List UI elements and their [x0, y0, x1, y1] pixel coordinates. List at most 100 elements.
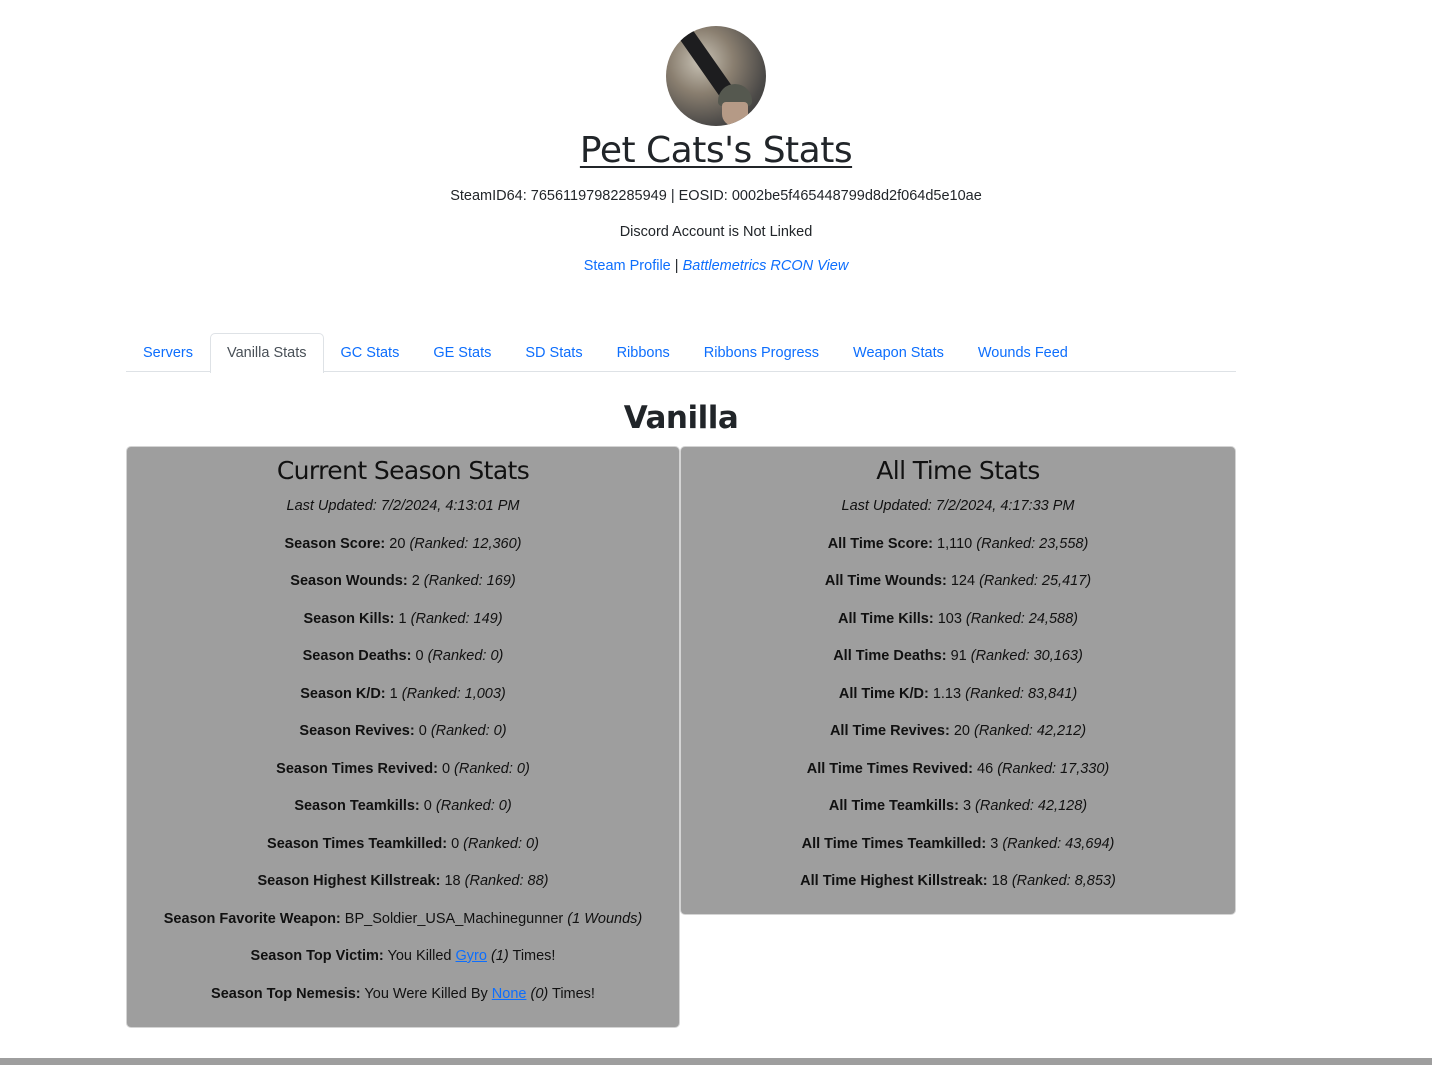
steam-profile-link[interactable]: Steam Profile: [584, 258, 671, 274]
stat-suffix: Times!: [552, 985, 595, 1002]
stat-value: 0: [451, 835, 460, 852]
stat-rank: (Ranked: 17,330): [997, 760, 1110, 777]
stat-row: All Time Teamkills: 3 (Ranked: 42,128): [681, 797, 1235, 815]
player-ids: SteamID64: 76561197982285949 | EOSID: 00…: [450, 188, 982, 204]
stat-value: 3: [962, 798, 972, 814]
stat-rank: (Ranked: 149): [410, 610, 503, 627]
stat-value: 0: [441, 760, 451, 777]
tab-weapon-stats[interactable]: Weapon Stats: [836, 333, 961, 372]
tab-ribbons-progress[interactable]: Ribbons Progress: [687, 333, 836, 372]
last-updated: Last Updated: 7/2/2024, 4:17:33 PM: [841, 498, 1075, 514]
stat-row: Season Score: 20 (Ranked: 12,360): [127, 535, 679, 553]
stat-value: 1: [398, 610, 407, 627]
stat-label: All Time Score:: [827, 535, 933, 552]
tab-ribbons[interactable]: Ribbons: [600, 333, 687, 372]
season-top-nemesis: Season Top Nemesis: You Were Killed By N…: [127, 985, 679, 1003]
season-stats-list: Season Score: 20 (Ranked: 12,360) Season …: [127, 535, 679, 928]
stat-row: All Time K/D: 1.13 (Ranked: 83,841): [681, 685, 1235, 703]
stat-rank: (Ranked: 24,588): [965, 610, 1078, 627]
stat-value: 20: [953, 723, 970, 739]
link-separator: |: [670, 258, 683, 274]
stat-value: 20: [389, 535, 406, 552]
avatar: [666, 26, 766, 126]
stat-suffix: Times!: [512, 948, 556, 964]
stat-row: Season Times Teamkilled: 0 (Ranked: 0): [127, 835, 679, 853]
stat-label: Season Wounds:: [290, 573, 408, 589]
stat-row: Season Deaths: 0 (Ranked: 0): [127, 647, 679, 665]
stat-rank: (Ranked: 42,212): [973, 723, 1087, 739]
stat-rank: (Ranked: 43,694): [1002, 835, 1115, 852]
stat-rank: (Ranked: 0): [463, 835, 539, 852]
stat-value: 91: [950, 648, 967, 664]
stat-value: 3: [990, 835, 999, 852]
stat-rank: (Ranked: 23,558): [976, 535, 1089, 552]
stat-row: Season Favorite Weapon: BP_Soldier_USA_M…: [127, 910, 679, 928]
top-nemesis-link[interactable]: None: [492, 986, 527, 1002]
stat-rank: (Ranked: 88): [464, 873, 549, 889]
profile-header: Pet Cats's Stats SteamID64: 765611979822…: [0, 26, 1432, 274]
stat-row: Season Revives: 0 (Ranked: 0): [127, 722, 679, 740]
season-top-victim: Season Top Victim: You Killed Gyro (1) T…: [127, 947, 679, 965]
stat-label: Season Kills:: [303, 610, 395, 627]
stat-value: 1: [389, 685, 398, 702]
stat-row: All Time Highest Killstreak: 18 (Ranked:…: [681, 872, 1235, 890]
section-title: Vanilla: [623, 400, 739, 436]
stat-label: Season Teamkills:: [294, 798, 420, 814]
stat-rank: (Ranked: 0): [430, 723, 507, 739]
current-season-card: Current Season Stats Last Updated: 7/2/2…: [126, 446, 680, 1028]
stat-rank: (Ranked: 169): [423, 573, 516, 589]
stat-rank: (Ranked: 83,841): [965, 685, 1078, 702]
page-title: Pet Cats's Stats: [579, 130, 853, 171]
stat-count: (0): [530, 985, 549, 1002]
stat-label: Season Top Nemesis:: [211, 985, 361, 1002]
tab-servers[interactable]: Servers: [126, 333, 210, 372]
stat-label: Season Times Revived:: [276, 760, 438, 777]
stat-row: All Time Deaths: 91 (Ranked: 30,163): [681, 647, 1235, 665]
stat-value: 18: [991, 873, 1008, 889]
tab-vanilla-stats[interactable]: Vanilla Stats: [209, 333, 324, 373]
stat-row: All Time Kills: 103 (Ranked: 24,588): [681, 610, 1235, 628]
stat-row: Season Wounds: 2 (Ranked: 169): [127, 572, 679, 590]
stat-value: 124: [950, 573, 976, 589]
stat-row: Season Highest Killstreak: 18 (Ranked: 8…: [127, 872, 679, 890]
stat-label: All Time Wounds:: [824, 573, 947, 589]
stat-label: Season Deaths:: [302, 648, 412, 664]
card-title: All Time Stats: [876, 456, 1040, 485]
tab-sd-stats[interactable]: SD Stats: [508, 333, 599, 372]
tab-gc-stats[interactable]: GC Stats: [324, 333, 417, 372]
stat-rank: (Ranked: 12,360): [409, 535, 522, 552]
top-victim-link[interactable]: Gyro: [456, 948, 487, 964]
battlemetrics-link[interactable]: Battlemetrics RCON View: [683, 258, 849, 274]
stat-label: All Time K/D:: [838, 685, 929, 702]
stat-value: 1.13: [932, 685, 962, 702]
all-time-card: All Time Stats Last Updated: 7/2/2024, 4…: [680, 446, 1236, 915]
profile-links: Steam Profile | Battlemetrics RCON View: [0, 258, 1432, 274]
stat-label: Season Top Victim:: [250, 948, 384, 964]
stat-rank: (Ranked: 0): [435, 798, 512, 814]
stat-label: All Time Kills:: [838, 610, 934, 627]
tab-ge-stats[interactable]: GE Stats: [416, 333, 508, 372]
stat-rank: (Ranked: 8,853): [1011, 873, 1116, 889]
stat-label: All Time Teamkills:: [828, 798, 959, 814]
stat-label: Season Favorite Weapon:: [163, 910, 341, 927]
stat-rank: (1 Wounds): [567, 910, 643, 927]
avatar-image-detail: [722, 102, 748, 126]
stat-rank: (Ranked: 42,128): [975, 798, 1088, 814]
stat-row: All Time Revives: 20 (Ranked: 42,212): [681, 722, 1235, 740]
stat-row: All Time Times Revived: 46 (Ranked: 17,3…: [681, 760, 1235, 778]
stat-row: All Time Score: 1,110 (Ranked: 23,558): [681, 535, 1235, 553]
stat-rank: (Ranked: 0): [427, 648, 504, 664]
stat-prefix: You Were Killed By: [364, 985, 488, 1002]
stat-value: BP_Soldier_USA_Machinegunner: [344, 910, 564, 927]
stat-row: Season Times Revived: 0 (Ranked: 0): [127, 760, 679, 778]
stat-label: Season Times Teamkilled:: [267, 835, 448, 852]
stat-count: (1): [490, 948, 509, 964]
card-title: Current Season Stats: [276, 456, 530, 485]
stat-label: All Time Revives:: [829, 723, 950, 739]
stat-value: 0: [415, 648, 424, 664]
stat-rank: (Ranked: 0): [454, 760, 530, 777]
tab-wounds-feed[interactable]: Wounds Feed: [961, 333, 1085, 372]
alltime-stats-list: All Time Score: 1,110 (Ranked: 23,558) Al…: [681, 535, 1235, 891]
stat-label: All Time Highest Killstreak:: [800, 873, 988, 889]
stat-value: 0: [418, 723, 427, 739]
